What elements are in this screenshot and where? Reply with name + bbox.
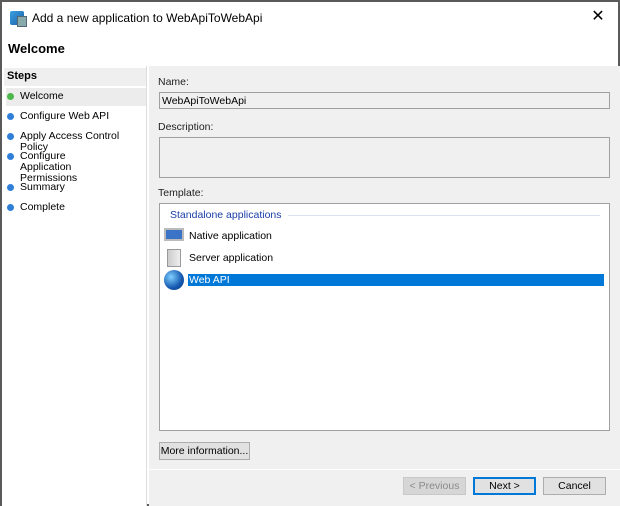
template-server-application[interactable]: Server application (164, 248, 604, 268)
window-title: Add a new application to WebApiToWebApi (32, 11, 263, 25)
step-current-icon (7, 93, 14, 100)
description-label: Description: (158, 121, 214, 133)
previous-button[interactable]: < Previous (403, 477, 466, 495)
step-configure-application-permissions: Configure Application Permissions (6, 151, 116, 184)
template-group-header: Standalone applications (170, 209, 600, 221)
step-pending-icon (7, 184, 14, 191)
button-bar-divider (149, 469, 620, 470)
step-welcome: Welcome (6, 88, 146, 106)
template-label-text: Web API (188, 274, 604, 286)
template-web-api[interactable]: Web API (164, 270, 604, 290)
template-native-application[interactable]: Native application (164, 226, 604, 246)
step-label: Welcome (20, 90, 64, 102)
step-complete: Complete (6, 202, 146, 213)
step-pending-icon (7, 153, 14, 160)
page-title: Welcome (8, 41, 65, 56)
app-icon (10, 11, 27, 27)
step-label: Configure Web API (20, 110, 110, 122)
step-pending-icon (7, 204, 14, 211)
step-label: Summary (20, 181, 65, 193)
name-input[interactable]: WebApiToWebApi (159, 92, 610, 109)
step-label: Complete (20, 201, 65, 213)
server-icon (167, 249, 181, 267)
template-list[interactable]: Standalone applications Native applicati… (159, 203, 610, 431)
template-label-text: Server application (189, 252, 274, 264)
globe-icon (164, 270, 184, 290)
step-pending-icon (7, 113, 14, 120)
step-pending-icon (7, 133, 14, 140)
next-button[interactable]: Next > (473, 477, 536, 495)
template-label: Template: (158, 187, 204, 199)
step-configure-web-api: Configure Web API (6, 111, 146, 122)
title-bar: Add a new application to WebApiToWebApi (10, 9, 262, 27)
group-divider (287, 214, 600, 216)
dialog-window: Add a new application to WebApiToWebApi … (0, 0, 620, 506)
steps-heading: Steps (4, 68, 146, 86)
step-summary: Summary (6, 182, 146, 193)
description-input[interactable] (159, 137, 610, 178)
name-label: Name: (158, 76, 189, 88)
group-label: Standalone applications (170, 209, 282, 221)
more-information-button[interactable]: More information... (159, 442, 250, 460)
template-label-text: Native application (189, 230, 272, 242)
monitor-icon (164, 227, 184, 241)
close-icon[interactable]: ✕ (588, 6, 608, 26)
step-label: Configure Application Permissions (20, 150, 78, 184)
cancel-button[interactable]: Cancel (543, 477, 606, 495)
